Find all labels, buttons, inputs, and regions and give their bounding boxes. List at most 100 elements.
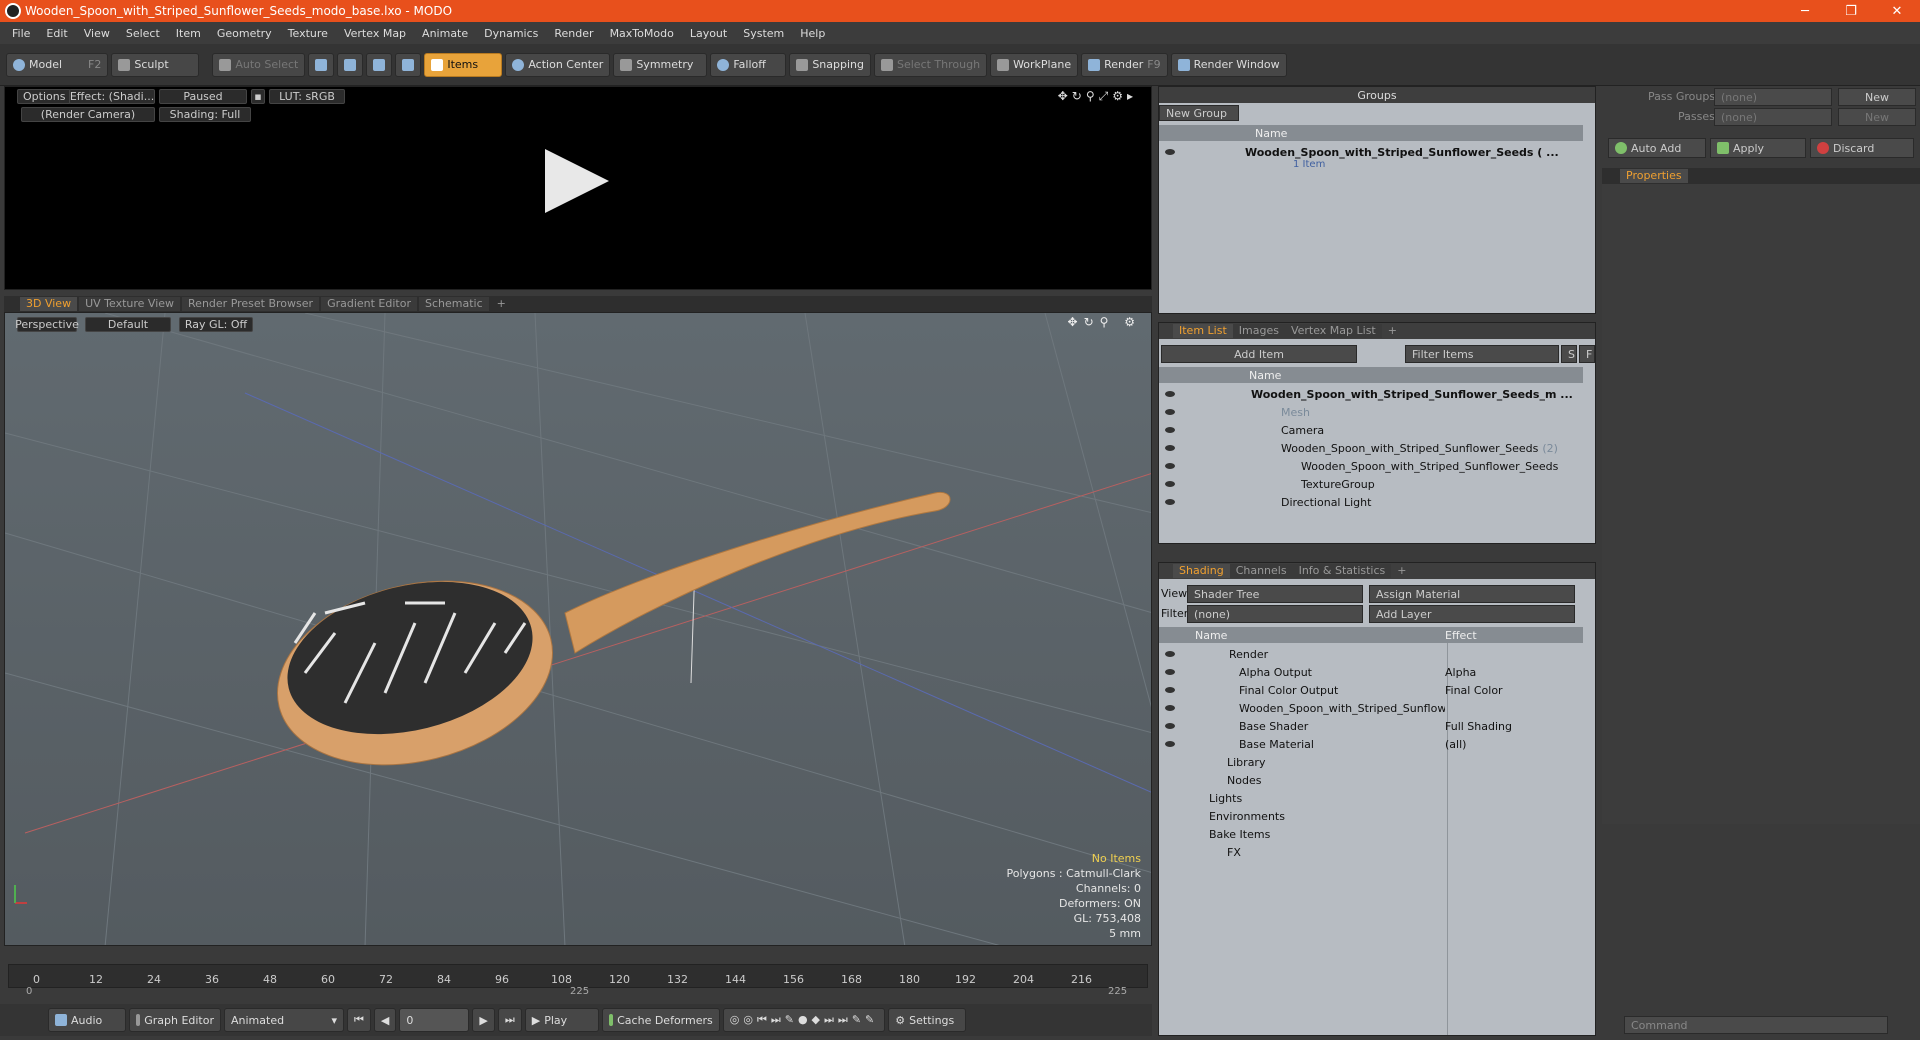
item-row[interactable]: Camera [1159, 421, 1595, 439]
shader-row[interactable]: FX [1159, 843, 1595, 861]
default-dropdown[interactable]: Default [85, 317, 171, 332]
apply-button[interactable]: Apply [1710, 138, 1806, 158]
group-row[interactable]: Wooden_Spoon_with_Striped_Sunflower_Seed… [1159, 143, 1595, 161]
shader-effect[interactable]: Full Shading [1445, 720, 1512, 733]
tab-schematic[interactable]: Schematic [419, 297, 489, 311]
action-center-button[interactable]: Action Center [505, 52, 611, 77]
falloff-button[interactable]: Falloff [710, 52, 787, 77]
minimize-button[interactable]: ─ [1782, 0, 1828, 22]
menu-edit[interactable]: Edit [38, 27, 75, 40]
eye-icon[interactable] [1165, 651, 1175, 657]
tab-vertex-map-list[interactable]: Vertex Map List [1284, 324, 1382, 338]
shader-row[interactable]: Environments [1159, 807, 1595, 825]
shader-effect[interactable]: Final Color [1445, 684, 1503, 697]
filter-items-input[interactable]: Filter Items [1405, 345, 1559, 363]
lut-dropdown[interactable]: LUT: sRGB [269, 89, 345, 104]
add-layer-dropdown[interactable]: Add Layer [1369, 605, 1575, 623]
menu-dynamics[interactable]: Dynamics [476, 27, 546, 40]
graph-editor-button[interactable]: Graph Editor [129, 1008, 221, 1032]
shader-row[interactable]: Library [1159, 753, 1595, 771]
select-polygons-button[interactable] [366, 52, 393, 77]
menu-vertex-map[interactable]: Vertex Map [336, 27, 414, 40]
shader-effect[interactable]: (all) [1445, 738, 1466, 751]
audio-button[interactable]: Audio [48, 1008, 126, 1032]
eye-icon[interactable] [1165, 427, 1175, 433]
settings-button[interactable]: ⚙ Settings [888, 1008, 967, 1032]
menu-texture[interactable]: Texture [280, 27, 336, 40]
tab-item-list[interactable]: Item List [1173, 324, 1233, 338]
eye-icon[interactable] [1165, 463, 1175, 469]
menu-help[interactable]: Help [792, 27, 833, 40]
select-vertices-button[interactable] [308, 52, 335, 77]
shader-effect[interactable]: Alpha [1445, 666, 1476, 679]
3d-viewport[interactable]: Perspective Default Ray GL: Off ✥↻⚲ ⚙ No… [4, 312, 1152, 946]
item-row[interactable]: Directional Light [1159, 493, 1595, 511]
menu-file[interactable]: File [4, 27, 38, 40]
new-group-button[interactable]: New Group [1159, 105, 1239, 121]
eye-icon[interactable] [1165, 669, 1175, 675]
tab-channels[interactable]: Channels [1229, 564, 1293, 578]
view-dropdown[interactable]: Shader Tree [1187, 585, 1363, 603]
perspective-dropdown[interactable]: Perspective [15, 317, 79, 332]
assign-material-button[interactable]: Assign Material [1369, 585, 1575, 603]
select-through-button[interactable]: Select Through [874, 52, 988, 77]
eye-icon[interactable] [1165, 409, 1175, 415]
menu-render[interactable]: Render [546, 27, 601, 40]
shading-dropdown[interactable]: Shading: Full [159, 107, 251, 122]
menu-geometry[interactable]: Geometry [209, 27, 280, 40]
render-button[interactable]: Render F9 [1081, 52, 1168, 77]
new-pass-button[interactable]: New [1838, 108, 1916, 126]
animated-dropdown[interactable]: Animated ▾ [224, 1008, 344, 1032]
discard-button[interactable]: Discard [1810, 138, 1914, 158]
cache-deformers-button[interactable]: Cache Deformers [601, 1008, 720, 1032]
sculpt-button[interactable]: Sculpt [111, 52, 200, 77]
prev-frame-button[interactable]: ◀ [373, 1008, 397, 1032]
eye-icon[interactable] [1165, 481, 1175, 487]
item-row[interactable]: Mesh [1159, 403, 1595, 421]
item-row[interactable]: Wooden_Spoon_with_Striped_Sunflower_Seed… [1159, 457, 1595, 475]
eye-icon[interactable] [1165, 391, 1175, 397]
auto-add-button[interactable]: Auto Add [1608, 138, 1706, 158]
lock-icon[interactable]: ▪ [251, 89, 265, 104]
preview-options-button[interactable]: Options [17, 89, 72, 104]
eye-icon[interactable] [1165, 687, 1175, 693]
add-tab-button[interactable]: + [1391, 564, 1412, 578]
eye-icon[interactable] [1165, 741, 1175, 747]
symmetry-button[interactable]: Symmetry [613, 52, 708, 77]
play-icon[interactable] [545, 149, 609, 213]
tab-images[interactable]: Images [1232, 324, 1285, 338]
new-pass-group-button[interactable]: New [1838, 88, 1916, 106]
tab-properties[interactable]: Properties [1620, 169, 1688, 183]
shader-row[interactable]: Nodes [1159, 771, 1595, 789]
s-button[interactable]: S [1561, 345, 1577, 363]
shader-row[interactable]: Render [1159, 645, 1595, 663]
render-window-button[interactable]: Render Window [1170, 52, 1287, 77]
next-frame-button[interactable]: ▶ [472, 1008, 495, 1032]
items-button[interactable]: Items [424, 52, 503, 77]
timeline-ruler[interactable]: 0 12 24 36 48 60 72 84 96 108 120 132 14… [8, 964, 1148, 988]
preview-effect-dropdown[interactable]: Effect: (Shadi... [69, 89, 155, 104]
command-input[interactable]: Command [1624, 1016, 1888, 1034]
go-start-button[interactable]: ⏮ [347, 1008, 371, 1032]
tab-render-preset-browser[interactable]: Render Preset Browser [182, 297, 320, 311]
auto-select-button[interactable]: Auto Select [212, 52, 306, 77]
eye-icon[interactable] [1165, 723, 1175, 729]
menu-maxtomodo[interactable]: MaxToModo [602, 27, 682, 40]
pass-groups-dropdown[interactable]: (none) [1714, 88, 1832, 106]
raygl-dropdown[interactable]: Ray GL: Off [179, 317, 253, 332]
eye-icon[interactable] [1165, 149, 1175, 155]
eye-icon[interactable] [1165, 499, 1175, 505]
shader-row[interactable]: Alpha Output Alpha [1159, 663, 1595, 681]
item-row[interactable]: TextureGroup [1159, 475, 1595, 493]
preview-nav-icons[interactable]: ✥↻⚲⤢⚙▸ [1058, 89, 1137, 104]
add-item-dropdown[interactable]: Add Item [1161, 345, 1357, 363]
menu-view[interactable]: View [76, 27, 118, 40]
model-button[interactable]: Model F2 [6, 52, 109, 77]
passes-dropdown[interactable]: (none) [1714, 108, 1832, 126]
tab-info-statistics[interactable]: Info & Statistics [1292, 564, 1392, 578]
shader-row[interactable]: Final Color Output Final Color [1159, 681, 1595, 699]
select-edges-button[interactable] [337, 52, 364, 77]
shader-row[interactable]: Base Material (all) [1159, 735, 1595, 753]
add-tab-button[interactable]: + [1382, 324, 1403, 338]
select-materials-button[interactable] [395, 52, 422, 77]
